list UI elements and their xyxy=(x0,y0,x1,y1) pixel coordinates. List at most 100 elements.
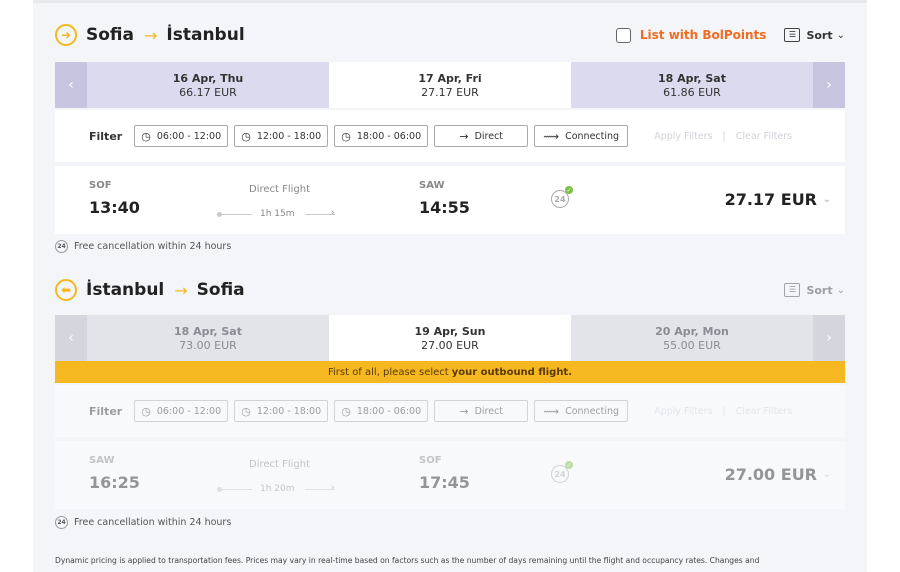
date-label: 18 Apr, Sat xyxy=(174,324,242,338)
filter-time-evening-button[interactable]: ◷ 18:00 - 06:00 xyxy=(334,400,429,422)
filter-time-label: 12:00 - 18:00 xyxy=(256,130,322,142)
top-divider xyxy=(33,0,867,3)
flight-duration: 1h 20m xyxy=(260,484,295,494)
return-to: Sofia xyxy=(196,280,245,300)
outbound-flight-row[interactable]: SOF 13:40 Direct Flight 1h 15m › SAW 14:… xyxy=(55,166,845,234)
filter-connecting-label: Connecting xyxy=(565,130,620,142)
outbound-date-bar: ‹ 16 Apr, Thu 66.17 EUR 17 Apr, Fri 27.1… xyxy=(55,62,845,108)
flight-price: 27.00 EUR xyxy=(724,465,817,484)
flight-duration: 1h 15m xyxy=(260,209,295,219)
next-date-button[interactable]: › xyxy=(813,315,845,361)
route-arrow-icon: › xyxy=(331,208,335,218)
filter-time-afternoon-button[interactable]: ◷ 12:00 - 18:00 xyxy=(234,125,329,147)
sort-icon[interactable]: ☰ xyxy=(784,283,801,297)
return-filter-bar: Filter ◷ 06:00 - 12:00 ◷ 12:00 - 18:00 ◷ 18… xyxy=(55,385,845,437)
select-outbound-notice: First of all, please select your outboun… xyxy=(55,361,845,383)
chevron-down-icon[interactable]: ⌄ xyxy=(837,30,845,41)
date-cell[interactable]: 18 Apr, Sat 61.86 EUR xyxy=(571,62,813,108)
arrow-right-icon: → xyxy=(459,129,469,143)
outbound-from: Sofia xyxy=(86,25,134,45)
connecting-icon: ⟿ xyxy=(543,404,560,418)
filter-time-morning-button[interactable]: ◷ 06:00 - 12:00 xyxy=(134,125,229,147)
chevron-down-icon[interactable]: ⌄ xyxy=(823,469,831,480)
connecting-icon: ⟿ xyxy=(543,129,560,143)
next-date-button[interactable]: › xyxy=(813,62,845,108)
filter-separator: | xyxy=(722,130,726,142)
date-cell[interactable]: 18 Apr, Sat 73.00 EUR xyxy=(87,315,329,361)
date-price: 27.17 EUR xyxy=(421,85,479,99)
filter-time-label: 18:00 - 06:00 xyxy=(356,405,422,417)
filter-direct-button[interactable]: → Direct xyxy=(434,125,529,147)
date-cell-selected[interactable]: 17 Apr, Fri 27.17 EUR xyxy=(329,62,571,108)
date-price: 66.17 EUR xyxy=(179,85,237,99)
plane-right-icon: ➜ xyxy=(55,24,77,46)
return-flight-row[interactable]: SAW 16:25 Direct Flight 1h 20m › SOF 17:… xyxy=(55,441,845,509)
date-label: 17 Apr, Fri xyxy=(418,71,482,85)
badge-text: 24 xyxy=(554,469,566,479)
date-price: 27.00 EUR xyxy=(421,338,479,352)
date-price: 61.86 EUR xyxy=(663,85,721,99)
filter-direct-button[interactable]: → Direct xyxy=(434,400,529,422)
sort-button[interactable]: Sort xyxy=(806,29,832,42)
pricing-footnote: Dynamic pricing is applied to transporta… xyxy=(55,556,760,565)
arrow-right-icon: → xyxy=(174,280,188,300)
route-line xyxy=(222,214,252,215)
plane-left-icon: ⬅ xyxy=(55,279,77,301)
clock-icon: ◷ xyxy=(341,404,351,418)
sort-icon[interactable]: ☰ xyxy=(784,28,801,42)
departure-code: SOF xyxy=(89,180,112,191)
date-price: 55.00 EUR xyxy=(663,338,721,352)
chevron-down-icon[interactable]: ⌄ xyxy=(837,285,845,296)
date-cell-selected[interactable]: 19 Apr, Sun 27.00 EUR xyxy=(329,315,571,361)
clock-icon: ◷ xyxy=(241,129,251,143)
clear-filters-button[interactable]: Clear Filters xyxy=(736,406,792,417)
apply-filters-button[interactable]: Apply Filters xyxy=(654,131,712,142)
departure-code: SAW xyxy=(89,455,115,466)
outbound-filter-bar: Filter ◷ 06:00 - 12:00 ◷ 12:00 - 18:00 ◷ 18… xyxy=(55,110,845,162)
date-cell[interactable]: 20 Apr, Mon 55.00 EUR xyxy=(571,315,813,361)
bolpoints-checkbox[interactable] xyxy=(615,27,631,43)
clock-icon: ◷ xyxy=(141,404,151,418)
arrow-right-icon: → xyxy=(459,404,469,418)
free-cancel-24-icon: 24 xyxy=(55,240,68,253)
filter-time-label: 06:00 - 12:00 xyxy=(156,130,222,142)
clock-icon: ◷ xyxy=(241,404,251,418)
filter-label: Filter xyxy=(89,404,123,418)
route-arrow-icon: › xyxy=(331,483,335,493)
outbound-to: İstanbul xyxy=(166,25,245,45)
filter-connecting-label: Connecting xyxy=(565,405,620,417)
clear-filters-button[interactable]: Clear Filters xyxy=(736,131,792,142)
free-cancel-note: 24 Free cancellation within 24 hours xyxy=(55,516,231,529)
return-from: İstanbul xyxy=(86,280,165,300)
apply-filters-button[interactable]: Apply Filters xyxy=(654,406,712,417)
clock-icon: ◷ xyxy=(141,129,151,143)
date-price: 73.00 EUR xyxy=(179,338,237,352)
free-cancel-note: 24 Free cancellation within 24 hours xyxy=(55,240,231,253)
departure-time: 16:25 xyxy=(89,473,140,492)
filter-direct-label: Direct xyxy=(474,405,504,417)
bolpoints-label[interactable]: List with BolPoints xyxy=(640,28,767,42)
arrow-right-icon: → xyxy=(144,25,158,45)
filter-time-afternoon-button[interactable]: ◷ 12:00 - 18:00 xyxy=(234,400,329,422)
filter-time-morning-button[interactable]: ◷ 06:00 - 12:00 xyxy=(134,400,229,422)
flight-price: 27.17 EUR xyxy=(724,190,817,209)
filter-connecting-button[interactable]: ⟿ Connecting xyxy=(534,125,629,147)
filter-connecting-button[interactable]: ⟿ Connecting xyxy=(534,400,629,422)
free-cancel-24-icon: 24 ✓ xyxy=(551,186,573,208)
departure-time: 13:40 xyxy=(89,198,140,217)
prev-date-button[interactable]: ‹ xyxy=(55,62,87,108)
filter-time-label: 18:00 - 06:00 xyxy=(356,130,422,142)
sort-button[interactable]: Sort xyxy=(806,284,832,297)
filter-time-label: 12:00 - 18:00 xyxy=(256,405,322,417)
date-cell[interactable]: 16 Apr, Thu 66.17 EUR xyxy=(87,62,329,108)
filter-time-evening-button[interactable]: ◷ 18:00 - 06:00 xyxy=(334,125,429,147)
outbound-section: ➜ Sofia → İstanbul List with BolPoints ☰… xyxy=(55,20,845,253)
notice-bold-text: your outbound flight. xyxy=(451,366,573,378)
prev-date-button[interactable]: ‹ xyxy=(55,315,87,361)
date-label: 16 Apr, Thu xyxy=(172,71,244,85)
flight-type: Direct Flight xyxy=(249,184,311,195)
return-section: ⬅ İstanbul → Sofia ☰ Sort ⌄ ‹ 18 Apr, Sa… xyxy=(55,275,845,535)
chevron-down-icon[interactable]: ⌄ xyxy=(823,194,831,205)
free-cancel-24-icon: 24 xyxy=(55,516,68,529)
return-date-bar: ‹ 18 Apr, Sat 73.00 EUR 19 Apr, Sun 27.0… xyxy=(55,315,845,361)
